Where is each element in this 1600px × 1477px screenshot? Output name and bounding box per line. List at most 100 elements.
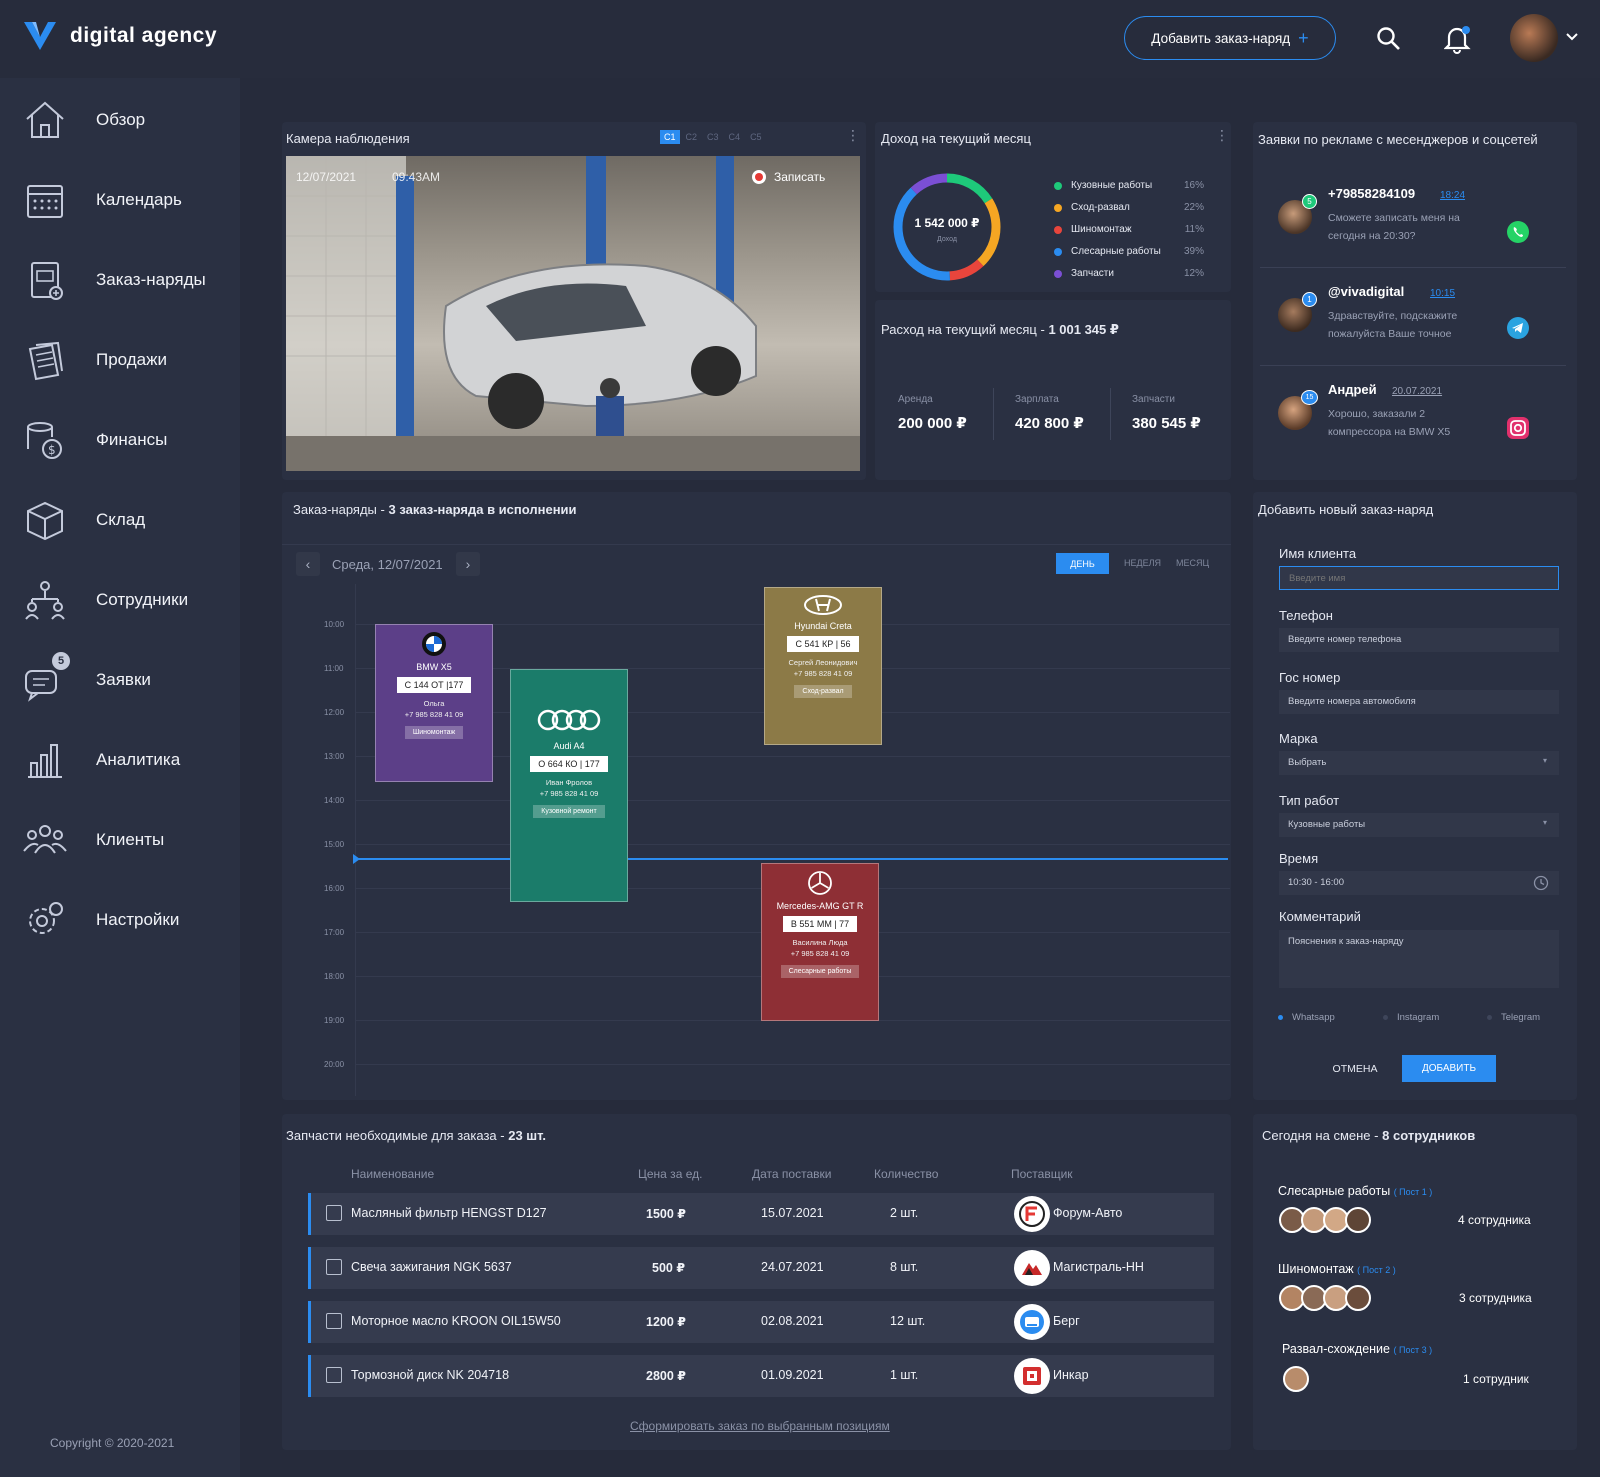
work-type-select[interactable]: Кузовные работы ▾ — [1279, 813, 1559, 837]
legend-label: Слесарные работы — [1071, 246, 1161, 257]
message-text-line: Здравствуйте, подскажите — [1328, 310, 1458, 322]
legend-item-alignment: Сход-развал 22% — [1054, 202, 1204, 213]
tab-camera-4[interactable]: C4 — [725, 130, 745, 144]
row-checkbox[interactable] — [326, 1367, 342, 1383]
sidebar-item-label: Заказ-наряды — [96, 270, 206, 289]
search-icon[interactable] — [1376, 26, 1402, 52]
sidebar-item-overview[interactable]: Обзор — [0, 90, 240, 150]
whatsapp-icon[interactable] — [1506, 220, 1530, 244]
time-input-value: 10:30 - 16:00 — [1288, 877, 1344, 888]
tab-camera-5[interactable]: C5 — [746, 130, 766, 144]
kebab-menu-icon[interactable]: ⋮ — [1215, 127, 1229, 144]
delivery-date: 15.07.2021 — [761, 1206, 824, 1220]
prev-day-button[interactable]: ‹ — [296, 552, 320, 576]
sidebar-item-warehouse[interactable]: Склад — [0, 490, 240, 550]
expense-title-line: Расход на текущий месяц - 1 001 345 ₽ — [881, 322, 1119, 338]
garage-scene-image — [286, 156, 860, 471]
employee-avatar[interactable] — [1345, 1207, 1371, 1233]
column-header-quantity: Количество — [874, 1167, 939, 1181]
parts-title-line: Запчасти необходимые для заказа - 23 шт. — [286, 1128, 546, 1143]
message-item[interactable]: 15 Андрей 20.07.2021 Хорошо, заказали 2 … — [1256, 374, 1556, 464]
phone-input[interactable]: Введите номер телефона — [1279, 628, 1559, 652]
table-row[interactable]: Тормозной диск NK 204718 2800 ₽ 01.09.20… — [308, 1355, 1214, 1397]
kebab-menu-icon[interactable]: ⋮ — [846, 127, 860, 144]
add-order-button[interactable]: Добавить заказ-наряд + — [1124, 16, 1336, 60]
table-row[interactable]: Моторное масло KROON OIL15W50 1200 ₽ 02.… — [308, 1301, 1214, 1343]
order-card-hyundai[interactable]: Hyundai Creta С 541 КР | 56 Сергей Леони… — [764, 587, 882, 745]
add-order-label: Добавить заказ-наряд — [1151, 30, 1291, 46]
sidebar-item-employees[interactable]: Сотрудники — [0, 570, 240, 630]
camera-feed-image[interactable]: 12/07/2021 09:43AM Записать — [286, 156, 860, 471]
bar-chart-icon — [28, 744, 62, 778]
notification-bell-icon[interactable] — [1444, 24, 1472, 54]
sidebar-item-finance[interactable]: $ Финансы — [0, 410, 240, 470]
order-card-mercedes[interactable]: Mercedes-AMG GT R В 551 ММ | 77 Василина… — [761, 863, 879, 1021]
message-time: 18:24 — [1440, 190, 1466, 201]
client-name-input[interactable] — [1279, 566, 1559, 590]
expense-total: 1 001 345 ₽ — [1048, 322, 1119, 337]
view-week-button[interactable]: НЕДЕЛЯ — [1124, 558, 1161, 568]
supplier-logo-icon — [1014, 1250, 1050, 1286]
sidebar-item-clients[interactable]: Клиенты — [0, 810, 240, 870]
telegram-icon[interactable] — [1506, 316, 1530, 340]
user-avatar[interactable] — [1510, 14, 1558, 62]
employee-avatar[interactable] — [1345, 1285, 1371, 1311]
sidebar-item-requests[interactable]: 5 Заявки — [0, 650, 240, 710]
tab-camera-1[interactable]: C1 — [660, 130, 680, 144]
sidebar-item-sales[interactable]: Продажи — [0, 330, 240, 390]
brand-logo-icon[interactable] — [22, 20, 58, 52]
view-month-button[interactable]: МЕСЯЦ — [1176, 558, 1209, 568]
sidebar: Обзор Календарь Заказ-наряды Продажи $ Ф… — [0, 78, 240, 1477]
orders-panel — [282, 492, 1231, 1100]
car-plate: В 551 ММ | 77 — [782, 916, 858, 932]
cancel-button[interactable]: ОТМЕНА — [1320, 1056, 1390, 1082]
expense-parts-label: Запчасти — [1132, 394, 1175, 405]
sidebar-item-settings[interactable]: Настройки — [0, 890, 240, 950]
legend-percent: 11% — [1184, 224, 1204, 235]
shift-panel — [1253, 1114, 1577, 1450]
title-separator: - — [500, 1128, 505, 1143]
table-row[interactable]: Свеча зажигания NGK 5637 500 ₽ 24.07.202… — [308, 1247, 1214, 1289]
row-checkbox[interactable] — [326, 1259, 342, 1275]
channel-radio-instagram[interactable]: Instagram — [1383, 1012, 1439, 1023]
instagram-icon[interactable] — [1506, 416, 1530, 440]
legend-item-mechanics: Слесарные работы 39% — [1054, 246, 1204, 257]
row-checkbox[interactable] — [326, 1205, 342, 1221]
sidebar-item-analytics[interactable]: Аналитика — [0, 730, 240, 790]
work-type-tag: Шиномонтаж — [404, 726, 464, 739]
message-text-line: компрессора на BMW X5 — [1328, 426, 1451, 438]
create-order-link[interactable]: Сформировать заказ по выбранным позициям — [630, 1419, 890, 1433]
client-phone: +7 985 828 41 09 — [404, 710, 464, 719]
channel-radio-telegram[interactable]: Telegram — [1487, 1012, 1540, 1023]
channel-radio-whatsapp[interactable]: Whatsapp — [1278, 1012, 1335, 1023]
message-item[interactable]: 1 @vivadigital 10:15 Здравствуйте, подск… — [1256, 276, 1556, 366]
part-name: Свеча зажигания NGK 5637 — [351, 1260, 512, 1274]
plate-input[interactable]: Введите номера автомобиля — [1279, 690, 1559, 714]
dropdown-arrow-icon: ▾ — [1542, 818, 1547, 827]
tab-camera-2[interactable]: C2 — [682, 130, 702, 144]
order-card-audi[interactable]: Audi A4 О 664 КО | 177 Иван Фролов +7 985… — [510, 669, 628, 902]
table-row[interactable]: Масляный фильтр HENGST D127 1500 ₽ 15.07… — [308, 1193, 1214, 1235]
unread-badge: 15 — [1301, 390, 1318, 405]
car-name: Hyundai Creta — [794, 621, 852, 631]
order-card-bmw[interactable]: BMW X5 С 144 ОТ |177 Ольга +7 985 828 41 … — [375, 624, 493, 782]
shift-group-name: Шиномонтаж — [1278, 1262, 1354, 1276]
expense-title: Расход на текущий месяц — [881, 322, 1037, 337]
submit-button[interactable]: ДОБАВИТЬ — [1402, 1055, 1496, 1082]
chevron-down-icon[interactable] — [1566, 32, 1578, 42]
row-checkbox[interactable] — [326, 1313, 342, 1329]
next-day-button[interactable]: › — [456, 552, 480, 576]
record-button[interactable]: Записать — [752, 170, 825, 184]
sidebar-item-calendar[interactable]: Календарь — [0, 170, 240, 230]
tab-camera-3[interactable]: C3 — [703, 130, 723, 144]
brand-select[interactable]: Выбрать ▾ — [1279, 751, 1559, 775]
comment-textarea[interactable]: Пояснения к заказ-наряду — [1279, 930, 1559, 988]
view-day-button[interactable]: ДЕНЬ — [1056, 553, 1109, 574]
copyright: Copyright © 2020-2021 — [50, 1436, 175, 1450]
message-item[interactable]: 5 +79858284109 18:24 Сможете записать ме… — [1256, 178, 1556, 268]
sidebar-item-work-orders[interactable]: Заказ-наряды — [0, 250, 240, 310]
post-label: ( Пост 1 ) — [1393, 1187, 1433, 1197]
time-input[interactable]: 10:30 - 16:00 — [1279, 871, 1559, 895]
employee-avatar[interactable] — [1283, 1366, 1309, 1392]
part-quantity: 1 шт. — [890, 1368, 919, 1382]
